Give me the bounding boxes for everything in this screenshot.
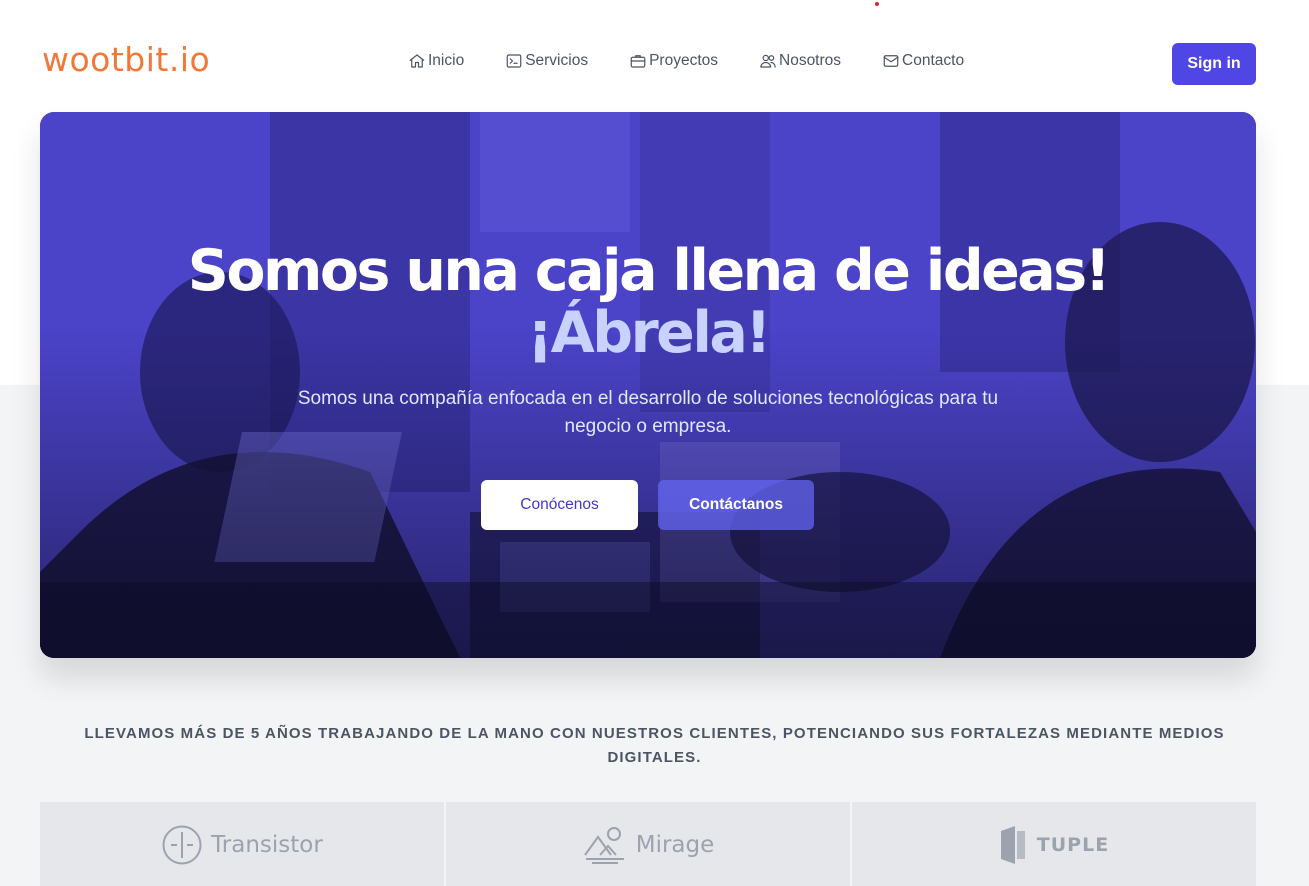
nav-label: Inicio (428, 52, 465, 69)
conocenos-button[interactable]: Conócenos (481, 480, 638, 530)
mirage-icon (583, 827, 624, 864)
client-logo-tuple: TUPLE (999, 825, 1109, 865)
nav-item-nosotros[interactable]: Nosotros (759, 52, 841, 70)
nav-label: Proyectos (649, 52, 718, 69)
users-icon (760, 54, 776, 68)
contactanos-button[interactable]: Contáctanos (658, 480, 814, 530)
nav-item-servicios[interactable]: Servicios (505, 52, 588, 70)
nav-item-contacto[interactable]: Contacto (882, 52, 964, 70)
nav-label: Contacto (902, 52, 965, 69)
tuple-icon (1000, 826, 1025, 864)
client-logo-mirage: Mirage (582, 825, 715, 865)
client-logo-cell: TUPLE (852, 802, 1256, 886)
nav-label: Nosotros (779, 52, 842, 69)
hero-title: Somos una caja llena de ideas! (187, 238, 1111, 304)
mail-icon (883, 55, 899, 67)
hero-banner: Somos una caja llena de ideas! ¡Ábrela! … (40, 112, 1256, 658)
clients-tagline: LLEVAMOS MÁS DE 5 AÑOS TRABAJANDO DE LA … (84, 725, 1225, 766)
home-icon (409, 54, 425, 68)
nav-item-inicio[interactable]: Inicio (408, 52, 464, 70)
client-logo-transistor: Transistor (161, 824, 323, 866)
client-logos: Transistor Mirage TUPLE (40, 802, 1256, 886)
sign-in-button[interactable]: Sign in (1172, 43, 1256, 85)
nav-label: Servicios (525, 52, 589, 69)
client-name: Mirage (635, 832, 715, 858)
site-header: wootbit.io Inicio Servicios Proyectos No… (0, 0, 1309, 112)
transistor-icon (162, 825, 202, 865)
briefcase-icon (630, 55, 646, 68)
client-name: TUPLE (1036, 834, 1110, 856)
hero-subtitle: Somos una compañía enfocada en el desarr… (297, 388, 999, 437)
brand-logo[interactable]: wootbit.io (42, 40, 210, 79)
main-nav: Inicio Servicios Proyectos Nosotros Cont… (408, 52, 964, 70)
client-logo-cell: Mirage (446, 802, 850, 886)
client-logo-cell: Transistor (40, 802, 444, 886)
nav-item-proyectos[interactable]: Proyectos (629, 52, 718, 70)
terminal-icon (506, 54, 522, 68)
client-name: Transistor (211, 832, 323, 858)
hero-title-highlight: ¡Ábrela! (527, 300, 771, 366)
